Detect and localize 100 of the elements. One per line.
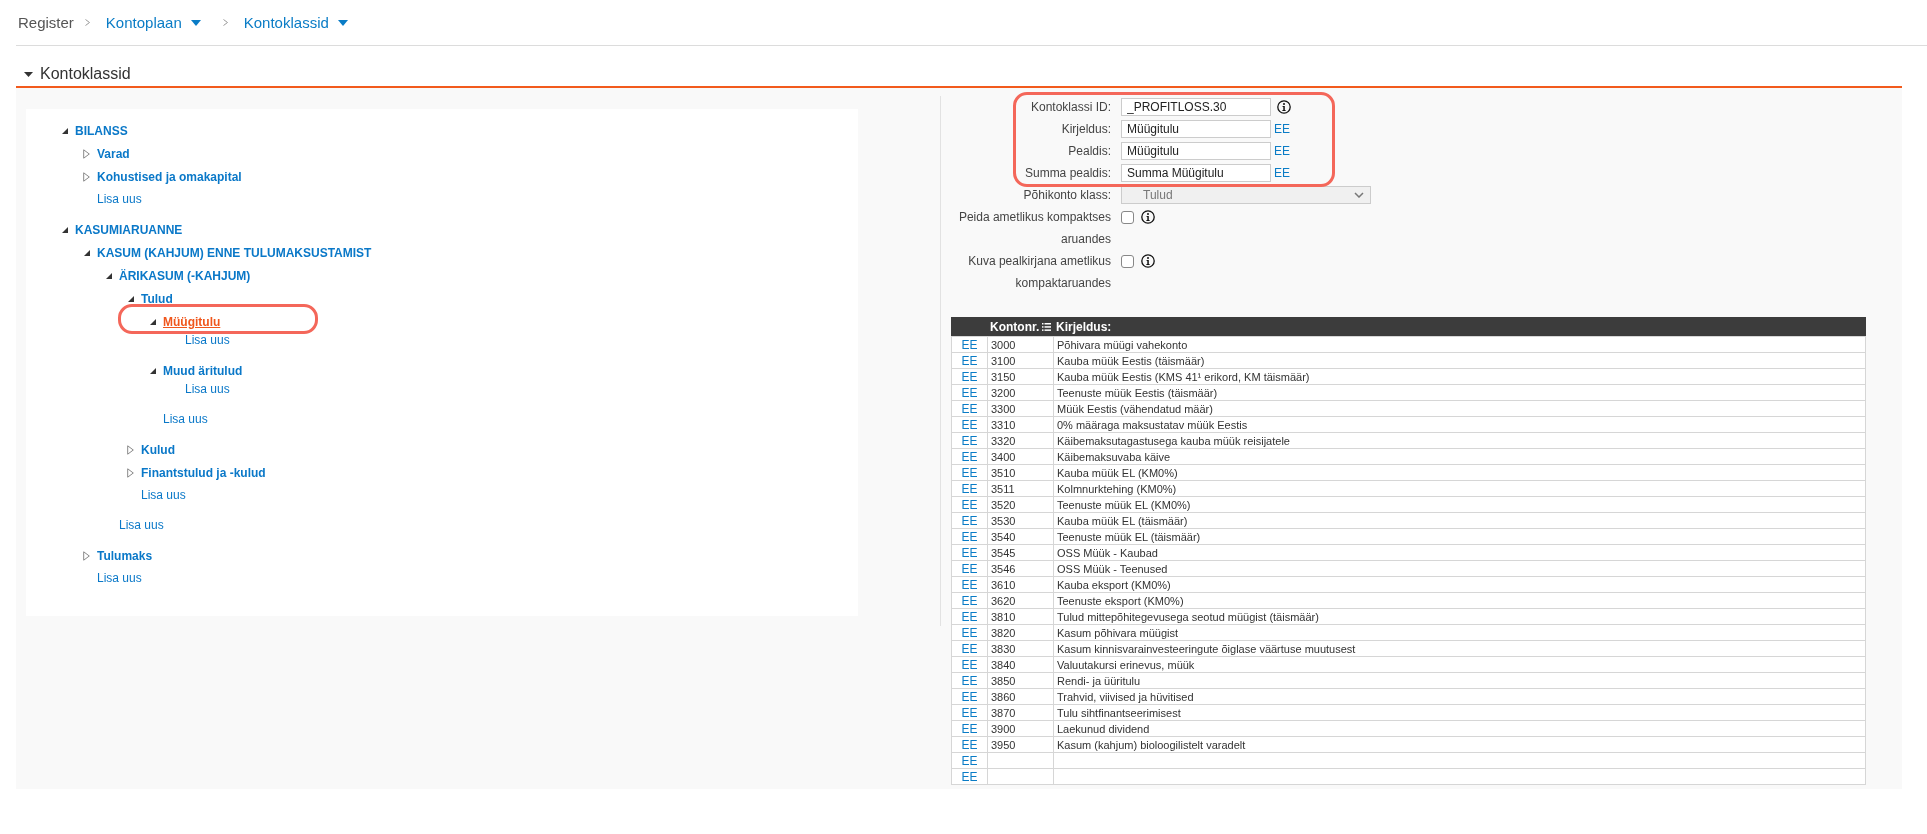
description-cell: Teenuste müük Eestis (täismäär) (1053, 384, 1866, 401)
breadcrumb-dropdown[interactable]: Kontoplaan (105, 14, 212, 31)
tree-item[interactable]: Kohustised ja omakapital (97, 169, 242, 184)
account-number-cell: 3510 (987, 464, 1054, 481)
info-icon[interactable] (1141, 210, 1155, 224)
description-cell: 0% määraga maksustatav müük Eestis (1053, 416, 1866, 433)
description-cell: Tulud mittepõhitegevusega seotud müügist (täismäär) (1053, 608, 1866, 625)
field-label: Kirjeldus: (1060, 121, 1111, 138)
account-number-cell: 3950 (987, 736, 1054, 753)
description-cell: Kasum põhivara müügist (1053, 624, 1866, 641)
account-number-cell: 3520 (987, 496, 1054, 513)
language-link[interactable]: EE (1274, 122, 1290, 136)
text-input[interactable]: Müügitulu (1121, 142, 1271, 160)
section-title: Kontoklassid (40, 65, 131, 83)
tree-item[interactable]: Finantstulud ja -kulud (141, 465, 266, 480)
expanded-triangle-icon[interactable] (61, 127, 68, 134)
tree-item[interactable]: BILANSS (75, 123, 128, 138)
text-input[interactable]: Müügitulu (1121, 120, 1271, 138)
collapsed-triangle-icon[interactable] (127, 467, 134, 478)
tree-item[interactable]: Tulumaks (97, 548, 153, 563)
account-number-cell: 3610 (987, 576, 1054, 593)
description-cell: OSS Müük - Kaubad (1053, 544, 1866, 561)
description-cell: Kasum (kahjum) bioloogilistelt varadelt (1053, 736, 1866, 753)
language-link[interactable]: EE (1274, 144, 1290, 158)
tree-item[interactable]: Muud äritulud (163, 363, 243, 378)
tree-item[interactable]: KASUMIARUANNE (75, 222, 183, 237)
field-label: Põhikonto klass: (1022, 187, 1111, 204)
description-cell: Käibemaksuvaba käive (1053, 448, 1866, 465)
expanded-triangle-icon[interactable] (149, 318, 156, 325)
expanded-triangle-icon[interactable] (83, 249, 90, 256)
collapsed-triangle-icon[interactable] (83, 171, 90, 182)
field-label: Kontoklassi ID: (1029, 99, 1111, 116)
account-number-cell: 3200 (987, 384, 1054, 401)
tree-item[interactable]: Varad (97, 146, 130, 161)
breadcrumb-item[interactable]: Register (18, 14, 74, 31)
expanded-triangle-icon[interactable] (61, 226, 68, 233)
field-label: Pealdis: (1067, 143, 1111, 160)
tree-item[interactable]: Tulud (141, 291, 173, 306)
expanded-triangle-icon[interactable] (127, 295, 134, 302)
add-new-link[interactable]: Lisa uus (185, 382, 230, 396)
description-cell: Kolmnurktehing (KM0%) (1053, 480, 1866, 497)
tree-item[interactable]: Müügitulu (163, 314, 221, 329)
account-number-cell: 3000 (987, 336, 1054, 353)
account-number-cell: 3545 (987, 544, 1054, 561)
account-number-cell: 3900 (987, 720, 1054, 737)
collapsed-triangle-icon[interactable] (83, 550, 90, 561)
description-cell: Teenuste müük EL (täismäär) (1053, 528, 1866, 545)
add-new-link[interactable]: Lisa uus (119, 518, 164, 532)
description-cell: Trahvid, viivised ja hüvitised (1053, 688, 1866, 705)
expanded-triangle-icon[interactable] (149, 367, 156, 374)
chevron-down-icon (1354, 192, 1364, 198)
checkbox[interactable] (1121, 210, 1134, 224)
description-cell: Tulu sihtfinantseerimisest (1053, 704, 1866, 721)
collapsed-triangle-icon[interactable] (83, 148, 90, 159)
text-input[interactable]: _PROFITLOSS.30 (1121, 98, 1271, 116)
description-cell: Käibemaksutagastusega kauba müük reisijatele (1053, 432, 1866, 449)
account-number-cell: 3320 (987, 432, 1054, 449)
description-cell: Rendi- ja üüritulu (1053, 672, 1866, 689)
checkbox[interactable] (1121, 254, 1134, 268)
account-number-cell: 3400 (987, 448, 1054, 465)
description-cell: OSS Müük - Teenused (1053, 560, 1866, 577)
list-icon[interactable] (1042, 322, 1052, 331)
description-cell: Kauba müük Eestis (KMS 41¹ erikord, KM täismäär) (1053, 368, 1866, 385)
description-cell: Laekunud dividend (1053, 720, 1866, 737)
add-new-link[interactable]: Lisa uus (141, 488, 186, 502)
collapsed-triangle-icon[interactable] (127, 444, 134, 455)
language-link[interactable]: EE (1274, 166, 1290, 180)
add-new-link[interactable]: Lisa uus (185, 333, 230, 347)
caret-icon (337, 19, 348, 26)
field-label: Summa pealdis: (1023, 165, 1111, 182)
info-icon[interactable] (1141, 254, 1155, 268)
account-number-cell: 3860 (987, 688, 1054, 705)
account-number-cell: 3620 (987, 592, 1054, 609)
description-cell: Põhivara müügi vahekonto (1053, 336, 1866, 353)
text-input[interactable]: Summa Müügitulu (1121, 164, 1271, 182)
account-number-cell: 3870 (987, 704, 1054, 721)
description-cell: Valuutakursi erinevus, müük (1053, 656, 1866, 673)
add-new-link[interactable]: Lisa uus (163, 412, 208, 426)
tree-item[interactable]: KASUM (KAHJUM) ENNE TULUMAKSUSTAMIST (97, 245, 372, 260)
tree-item[interactable]: ÄRIKASUM (-KAHJUM) (119, 268, 251, 283)
account-number-cell: 3830 (987, 640, 1054, 657)
add-new-link[interactable]: Lisa uus (97, 571, 142, 585)
description-cell: Müük Eestis (vähendatud määr) (1053, 400, 1866, 417)
breadcrumb-dropdown[interactable]: Kontoklassid (243, 14, 359, 31)
chevron-icon (84, 19, 90, 26)
field-label: Peida ametlikus kompaktses aruandes (957, 209, 1111, 248)
info-icon[interactable] (1277, 100, 1291, 114)
account-number-cell: 3840 (987, 656, 1054, 673)
caret-icon (190, 19, 201, 26)
chevron-icon (222, 19, 228, 26)
description-cell: Kauba müük Eestis (täismäär) (1053, 352, 1866, 369)
account-number-cell: 3820 (987, 624, 1054, 641)
description-cell: Kauba eksport (KM0%) (1053, 576, 1866, 593)
description-cell: Teenuste eksport (KM0%) (1053, 592, 1866, 609)
tree-item[interactable]: Kulud (141, 442, 175, 457)
account-number-cell: 3540 (987, 528, 1054, 545)
description-cell: Kauba müük EL (KM0%) (1053, 464, 1866, 481)
add-new-link[interactable]: Lisa uus (97, 192, 142, 206)
expanded-triangle-icon[interactable] (105, 272, 112, 279)
caret-icon[interactable] (24, 72, 33, 77)
